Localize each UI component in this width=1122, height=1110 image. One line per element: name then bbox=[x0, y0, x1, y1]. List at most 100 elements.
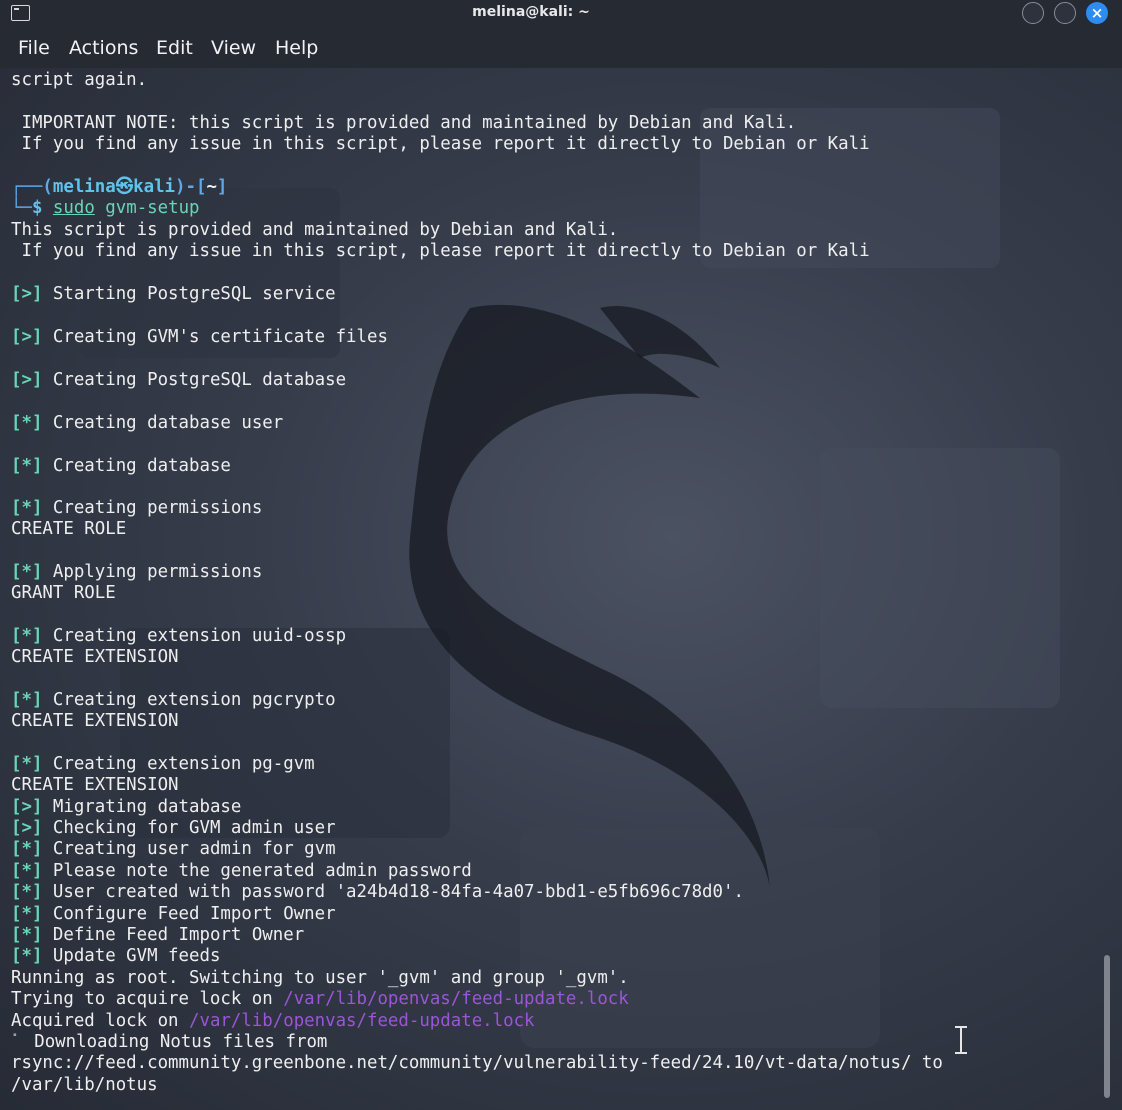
step-marker: [*] bbox=[11, 925, 43, 945]
maximize-button[interactable] bbox=[1054, 2, 1076, 24]
step-line: [>] Starting PostgreSQL service bbox=[11, 284, 336, 305]
step-marker: [*] bbox=[11, 456, 43, 476]
minimize-button[interactable] bbox=[1022, 2, 1044, 24]
lock-text: Trying to acquire lock on bbox=[11, 989, 284, 1009]
step-text: Creating extension pg-gvm bbox=[42, 754, 315, 774]
menu-bar: File Actions Edit View Help bbox=[0, 28, 1122, 68]
step-marker: [>] bbox=[11, 818, 43, 838]
prompt-dir-open: )-[ bbox=[175, 177, 207, 197]
lock-path: /var/lib/openvas/feed-update.lock bbox=[189, 1011, 535, 1031]
important-note-line: IMPORTANT NOTE: this script is provided … bbox=[11, 113, 797, 133]
step-text: Applying permissions bbox=[42, 562, 263, 582]
prompt-corner: ┌──( bbox=[11, 177, 53, 197]
step-marker: [>] bbox=[11, 797, 43, 817]
step-text: Checking for GVM admin user bbox=[42, 818, 336, 838]
step-line: [>] Checking for GVM admin user bbox=[11, 818, 336, 839]
command-sudo: sudo bbox=[52, 198, 95, 218]
step-text: Creating database bbox=[42, 456, 231, 476]
menu-actions[interactable]: Actions bbox=[69, 37, 138, 59]
step-line: [*] Creating extension uuid-ossp bbox=[11, 626, 346, 647]
close-icon: × bbox=[1090, 4, 1104, 22]
output-line: Running as root. Switching to user '_gvm… bbox=[11, 968, 629, 988]
step-marker: [*] bbox=[11, 626, 43, 646]
terminal-output[interactable]: script again. IMPORTANT NOTE: this scrip… bbox=[0, 68, 1110, 1110]
step-text: Creating extension pgcrypto bbox=[42, 690, 336, 710]
step-text: Migrating database bbox=[42, 797, 242, 817]
step-text: User created with password 'a24b4d18-84f… bbox=[42, 882, 744, 902]
download-line: ⠁ Downloading Notus files from bbox=[11, 1032, 327, 1053]
window-title: melina@kali: ~ bbox=[472, 4, 590, 20]
step-marker: [*] bbox=[11, 882, 43, 902]
step-marker: [*] bbox=[11, 904, 43, 924]
step-line: [>] Creating PostgreSQL database bbox=[11, 370, 346, 391]
step-line: [*] Applying permissions bbox=[11, 562, 262, 583]
rsync-url-line: rsync://feed.community.greenbone.net/com… bbox=[11, 1053, 943, 1073]
menu-help[interactable]: Help bbox=[275, 37, 318, 59]
step-marker: [*] bbox=[11, 839, 43, 859]
step-marker: [*] bbox=[11, 562, 43, 582]
sql-result-line: CREATE EXTENSION bbox=[11, 711, 179, 731]
step-line: [*] Creating extension pg-gvm bbox=[11, 754, 315, 775]
prompt-dir-close: ] bbox=[216, 177, 228, 197]
sql-result-line: GRANT ROLE bbox=[11, 583, 116, 603]
step-marker: [*] bbox=[11, 498, 43, 518]
step-line: [*] Creating permissions bbox=[11, 498, 262, 519]
step-line: [*] Creating user admin for gvm bbox=[11, 839, 336, 860]
step-line: [*] Creating database bbox=[11, 456, 231, 477]
menu-edit[interactable]: Edit bbox=[156, 37, 193, 59]
menu-file[interactable]: File bbox=[18, 37, 50, 59]
step-line: [>] Creating GVM's certificate files bbox=[11, 327, 388, 348]
prompt-corner-bottom: └─ bbox=[11, 198, 32, 218]
step-marker: [*] bbox=[11, 861, 43, 881]
download-text: Downloading Notus files from bbox=[23, 1032, 328, 1052]
step-text: Creating permissions bbox=[42, 498, 263, 518]
step-text: Configure Feed Import Owner bbox=[42, 904, 336, 924]
scrollbar[interactable] bbox=[1104, 955, 1110, 1098]
output-line: This script is provided and maintained b… bbox=[11, 220, 619, 240]
text-cursor-icon bbox=[955, 1026, 967, 1054]
password-line: [*] User created with password 'a24b4d18… bbox=[11, 882, 744, 903]
step-marker: [>] bbox=[11, 327, 43, 347]
step-line: [*] Define Feed Import Owner bbox=[11, 925, 304, 946]
sql-result-line: CREATE EXTENSION bbox=[11, 647, 179, 667]
step-text: Define Feed Import Owner bbox=[42, 925, 305, 945]
prompt-at: ㉿ bbox=[115, 177, 134, 197]
step-marker: [>] bbox=[11, 370, 43, 390]
output-line: If you find any issue in this script, pl… bbox=[11, 241, 870, 261]
step-marker: [*] bbox=[11, 413, 43, 433]
prompt-host: kali bbox=[133, 177, 176, 197]
step-text: Starting PostgreSQL service bbox=[42, 284, 336, 304]
step-marker: [*] bbox=[11, 946, 43, 966]
step-line: [*] Creating extension pgcrypto bbox=[11, 690, 336, 711]
step-line: [>] Migrating database bbox=[11, 797, 241, 818]
step-marker: [*] bbox=[11, 754, 43, 774]
close-button[interactable]: × bbox=[1086, 2, 1108, 24]
notus-path-line: /var/lib/notus bbox=[11, 1075, 158, 1095]
prompt-top-line: ┌──(melina㉿kali)-[~] bbox=[11, 177, 227, 198]
step-text: Creating PostgreSQL database bbox=[42, 370, 347, 390]
spinner-icon: ⠁ bbox=[11, 1032, 24, 1052]
step-line: [*] Please note the generated admin pass… bbox=[11, 861, 472, 882]
step-text: Creating GVM's certificate files bbox=[42, 327, 388, 347]
step-line: [*] Update GVM feeds bbox=[11, 946, 220, 967]
sql-result-line: CREATE ROLE bbox=[11, 519, 127, 539]
step-marker: [*] bbox=[11, 690, 43, 710]
step-text: Please note the generated admin password bbox=[42, 861, 472, 881]
step-text: Creating extension uuid-ossp bbox=[42, 626, 347, 646]
sql-result-line: CREATE EXTENSION bbox=[11, 775, 179, 795]
output-line: script again. bbox=[11, 70, 148, 90]
step-line: [*] Creating database user bbox=[11, 413, 283, 434]
prompt-dir: ~ bbox=[206, 177, 217, 197]
output-line: If you find any issue in this script, pl… bbox=[11, 134, 870, 154]
lock-path: /var/lib/openvas/feed-update.lock bbox=[283, 989, 629, 1009]
window-titlebar: melina@kali: ~ × bbox=[0, 0, 1122, 28]
lock-text: Acquired lock on bbox=[11, 1011, 189, 1031]
step-marker: [>] bbox=[11, 284, 43, 304]
step-text: Update GVM feeds bbox=[42, 946, 221, 966]
prompt-symbol: $ bbox=[31, 198, 43, 218]
menu-view[interactable]: View bbox=[211, 37, 256, 59]
lock-line: Trying to acquire lock on /var/lib/openv… bbox=[11, 989, 629, 1010]
lock-line: Acquired lock on /var/lib/openvas/feed-u… bbox=[11, 1011, 535, 1032]
step-text: Creating database user bbox=[42, 413, 284, 433]
prompt-command-line: └─$ sudo gvm-setup bbox=[11, 198, 200, 219]
